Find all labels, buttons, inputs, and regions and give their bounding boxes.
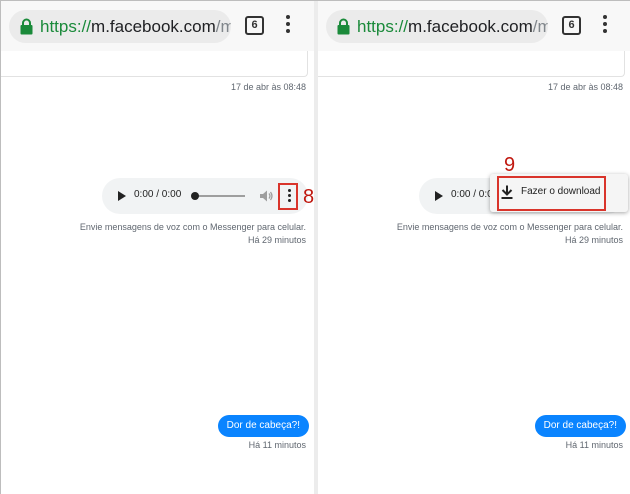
url-text: https://m.facebook.com/mes	[40, 17, 231, 37]
voice-message-time: Há 29 minutos	[564, 235, 623, 245]
voice-message-time: Há 29 minutos	[247, 235, 306, 245]
message-bubble[interactable]: Dor de cabeça?!	[217, 415, 309, 437]
volume-icon[interactable]	[259, 189, 273, 203]
lock-icon	[337, 18, 350, 35]
audio-time: 0:00 / 0:00	[134, 189, 182, 200]
url-path: /mes	[532, 17, 548, 36]
highlight-audio-options	[278, 183, 298, 210]
browser-toolbar: https://m.facebook.com/mes 6	[318, 1, 630, 51]
address-bar[interactable]: https://m.facebook.com/mes	[326, 10, 548, 43]
play-icon[interactable]	[435, 191, 443, 201]
date-separator: 17 de abr às 08:48	[230, 82, 306, 92]
left-phone-panel: https://m.facebook.com/mes 6 17 de abr à…	[1, 1, 314, 494]
voice-message-caption: Envie mensagens de voz com o Messenger p…	[79, 222, 306, 232]
tab-switcher-button[interactable]: 6	[562, 16, 581, 35]
message-time: Há 11 minutos	[565, 440, 623, 450]
url-scheme: https://	[40, 17, 92, 36]
url-scheme: https://	[357, 17, 409, 36]
highlight-download-option	[497, 176, 606, 211]
message-time: Há 11 minutos	[248, 440, 306, 450]
voice-message-caption: Envie mensagens de voz com o Messenger p…	[396, 222, 623, 232]
message-bubble[interactable]: Dor de cabeça?!	[534, 415, 626, 437]
audio-seek-handle[interactable]	[191, 192, 199, 200]
step-number-8: 8	[303, 186, 314, 208]
play-icon[interactable]	[118, 191, 126, 201]
url-path: /mes	[215, 17, 231, 36]
previous-message-card	[318, 51, 625, 77]
url-text: https://m.facebook.com/mes	[357, 17, 548, 37]
url-host: m.facebook.com	[408, 17, 533, 36]
browser-toolbar: https://m.facebook.com/mes 6	[1, 1, 314, 51]
step-number-9: 9	[504, 154, 516, 176]
address-bar[interactable]: https://m.facebook.com/mes	[9, 10, 231, 43]
more-vert-icon[interactable]	[599, 15, 611, 37]
right-phone-panel: https://m.facebook.com/mes 6 17 de abr à…	[318, 1, 630, 494]
date-separator: 17 de abr às 08:48	[547, 82, 623, 92]
previous-message-card	[1, 51, 308, 77]
more-vert-icon[interactable]	[282, 15, 294, 37]
audio-seek-track[interactable]	[195, 195, 245, 197]
tab-switcher-button[interactable]: 6	[245, 16, 264, 35]
url-host: m.facebook.com	[91, 17, 216, 36]
lock-icon	[20, 18, 33, 35]
tutorial-screenshot: https://m.facebook.com/mes 6 17 de abr à…	[0, 0, 630, 494]
